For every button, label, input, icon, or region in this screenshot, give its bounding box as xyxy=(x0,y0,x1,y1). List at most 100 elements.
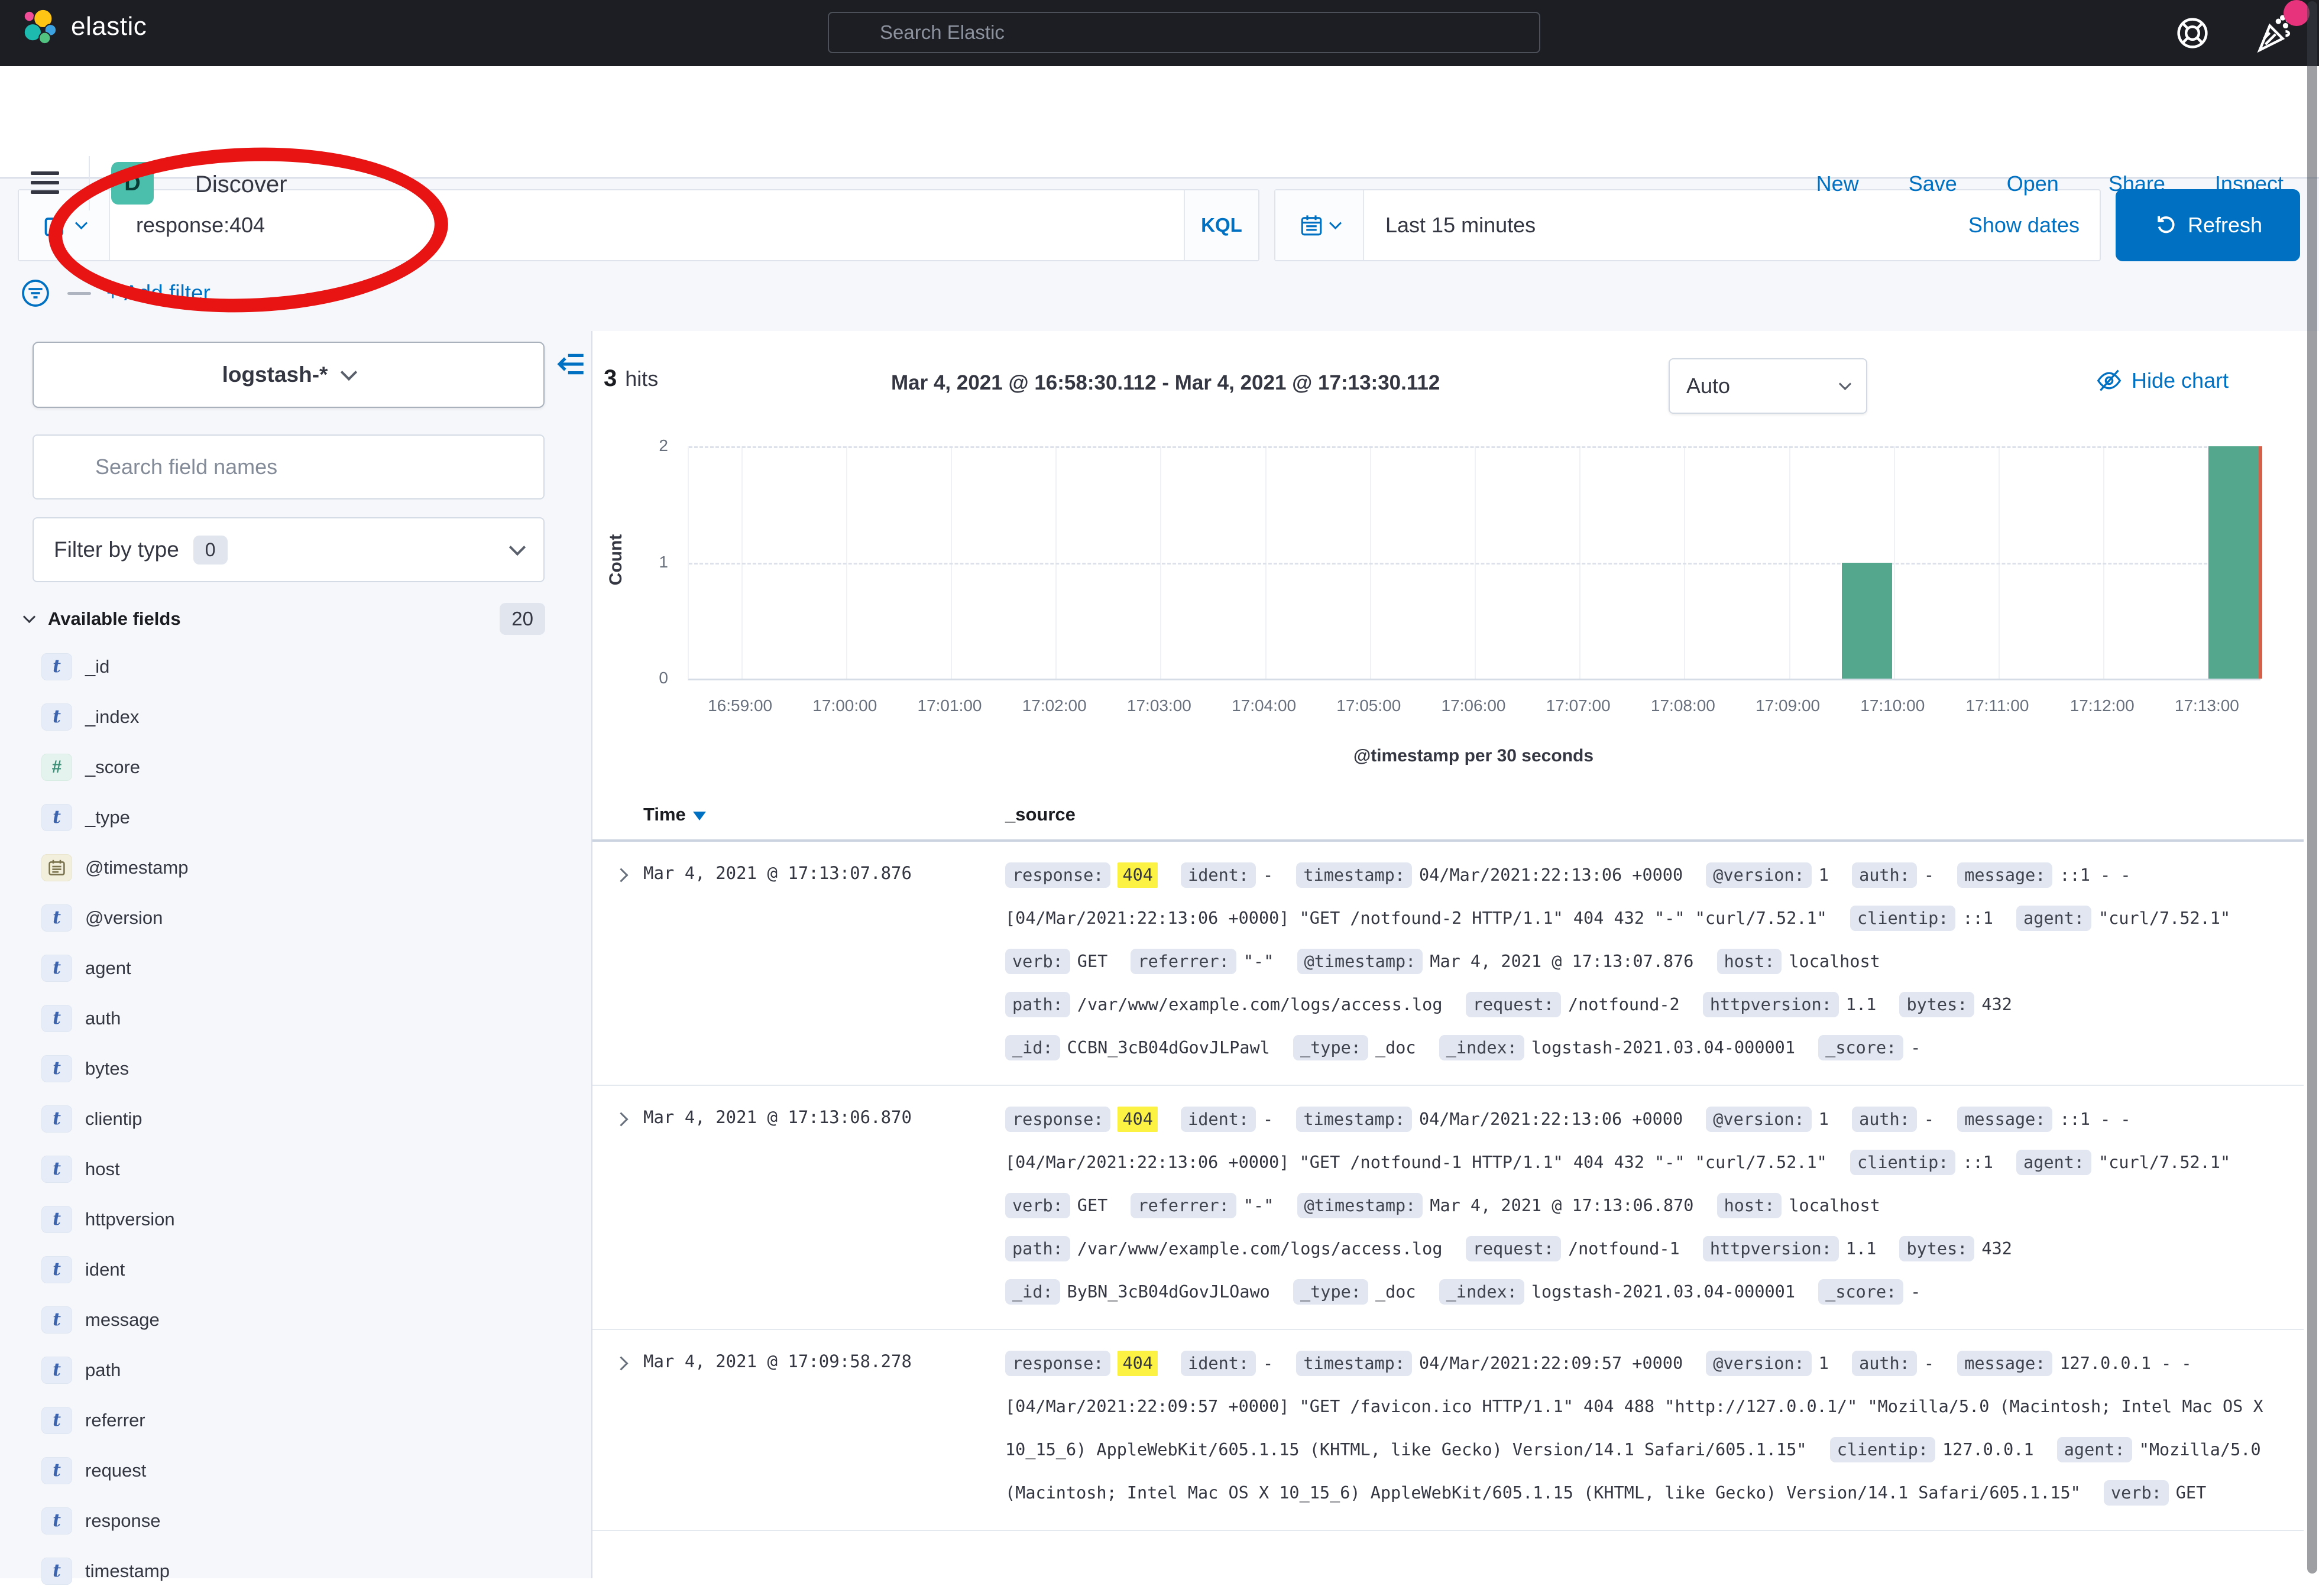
field-search-input[interactable] xyxy=(33,434,545,499)
highlighted-value: 404 xyxy=(1118,1107,1157,1132)
field-name: timestamp xyxy=(85,1561,170,1582)
field-name: _type xyxy=(85,807,130,828)
source-field-badge: host: xyxy=(1717,1193,1782,1218)
source-value: "curl/7.52.1" xyxy=(2098,909,2230,928)
source-value: 1 xyxy=(1819,865,1829,885)
chevron-down-icon xyxy=(1839,377,1851,390)
field-item-@timestamp[interactable]: @timestamp xyxy=(0,842,591,893)
source-field-badge: response: xyxy=(1005,1107,1110,1132)
field-item-request[interactable]: trequest xyxy=(0,1445,591,1496)
source-value: logstash-2021.03.04-000001 xyxy=(1531,1282,1795,1302)
string-type-icon: t xyxy=(41,1206,72,1233)
field-item-_score[interactable]: #_score xyxy=(0,742,591,792)
calendar-icon xyxy=(1299,213,1324,238)
menu-icon[interactable] xyxy=(31,171,59,195)
open-button[interactable]: Open xyxy=(2007,171,2059,196)
source-value: GET xyxy=(1077,1196,1107,1215)
doc-expand-toggle[interactable] xyxy=(592,1342,643,1371)
source-value: CCBN_3cB04dGovJLPawl xyxy=(1067,1038,1270,1057)
source-field-badge: _index: xyxy=(1439,1035,1524,1060)
source-field-badge: httpversion: xyxy=(1703,992,1839,1017)
string-type-icon: t xyxy=(41,1357,72,1384)
source-column-header: _source xyxy=(1005,804,2304,825)
string-type-icon: t xyxy=(41,1407,72,1434)
global-search-input[interactable] xyxy=(828,12,1540,53)
vertical-scrollbar[interactable] xyxy=(2307,1,2317,1574)
doc-time-cell: Mar 4, 2021 @ 17:09:58.278 xyxy=(643,1342,1005,1371)
time-range-value[interactable]: Last 15 minutes xyxy=(1364,213,1536,238)
source-value: GET xyxy=(1077,952,1107,971)
chevron-down-icon xyxy=(341,364,357,381)
source-value: /var/www/example.com/logs/access.log xyxy=(1077,995,1443,1014)
date-quick-select-button[interactable] xyxy=(1275,190,1364,260)
string-type-icon: t xyxy=(41,1306,72,1334)
field-item-_index[interactable]: t_index xyxy=(0,692,591,742)
collapse-sidebar-icon[interactable] xyxy=(555,349,585,379)
field-name: @version xyxy=(85,907,163,929)
source-field-badge: _type: xyxy=(1293,1035,1368,1060)
field-item-host[interactable]: thost xyxy=(0,1144,591,1194)
query-language-button[interactable]: KQL xyxy=(1184,190,1258,260)
doc-expand-toggle[interactable] xyxy=(592,1098,643,1127)
save-button[interactable]: Save xyxy=(1909,171,1957,196)
string-type-icon: t xyxy=(41,904,72,932)
field-item-agent[interactable]: tagent xyxy=(0,943,591,993)
refresh-button[interactable]: Refresh xyxy=(2116,189,2300,261)
source-value: localhost xyxy=(1789,952,1880,971)
field-item-_type[interactable]: t_type xyxy=(0,792,591,842)
field-item-referrer[interactable]: treferrer xyxy=(0,1395,591,1445)
highlighted-value: 404 xyxy=(1118,862,1157,888)
source-field-badge: _id: xyxy=(1005,1035,1060,1060)
help-icon[interactable] xyxy=(2174,14,2211,52)
source-field-badge: @timestamp: xyxy=(1297,1193,1423,1218)
field-name: _id xyxy=(85,656,109,677)
field-item-bytes[interactable]: tbytes xyxy=(0,1043,591,1094)
share-button[interactable]: Share xyxy=(2109,171,2165,196)
histogram-bar[interactable] xyxy=(2208,446,2262,679)
interval-select[interactable]: Auto xyxy=(1669,358,1867,414)
source-value: Mar 4, 2021 @ 17:13:07.876 xyxy=(1430,952,1693,971)
add-filter-button[interactable]: + Add filter xyxy=(106,281,210,306)
new-button[interactable]: New xyxy=(1816,171,1859,196)
source-field-badge: @version: xyxy=(1706,1107,1811,1132)
field-name: _index xyxy=(85,706,139,728)
source-field-badge: agent: xyxy=(2057,1437,2132,1462)
source-field-badge: @version: xyxy=(1706,1351,1811,1376)
source-field-badge: verb: xyxy=(1005,1193,1070,1218)
field-item-response[interactable]: tresponse xyxy=(0,1496,591,1546)
source-value: - xyxy=(1924,1110,1934,1129)
refresh-label: Refresh xyxy=(2188,213,2262,238)
source-value: _doc xyxy=(1375,1282,1416,1302)
field-item-clientip[interactable]: tclientip xyxy=(0,1094,591,1144)
discover-app-badge[interactable]: D xyxy=(111,162,154,205)
source-field-badge: agent: xyxy=(2016,906,2091,931)
available-fields-header[interactable]: Available fields 20 xyxy=(25,603,545,635)
index-pattern-select[interactable]: logstash-* xyxy=(33,342,545,408)
field-name: ident xyxy=(85,1259,125,1280)
field-item-auth[interactable]: tauth xyxy=(0,993,591,1043)
query-input[interactable]: response:404 xyxy=(110,213,1184,238)
histogram-chart[interactable] xyxy=(688,446,2260,680)
hide-chart-button[interactable]: Hide chart xyxy=(2096,368,2229,394)
field-item-ident[interactable]: tident xyxy=(0,1244,591,1295)
field-item-message[interactable]: tmessage xyxy=(0,1295,591,1345)
doc-expand-toggle[interactable] xyxy=(592,854,643,883)
field-item-timestamp[interactable]: ttimestamp xyxy=(0,1546,591,1596)
histogram-bar[interactable] xyxy=(1842,563,1892,679)
date-type-icon xyxy=(41,854,72,881)
field-item-httpversion[interactable]: thttpversion xyxy=(0,1194,591,1244)
elastic-brand: elastic xyxy=(21,8,147,45)
time-column-header[interactable]: Time xyxy=(643,804,1005,825)
field-item-path[interactable]: tpath xyxy=(0,1345,591,1395)
show-dates-button[interactable]: Show dates xyxy=(1968,213,2100,238)
filter-by-type-select[interactable]: Filter by type 0 xyxy=(33,517,545,582)
doc-source-cell: response:404 ident:- timestamp:04/Mar/20… xyxy=(1005,1098,2304,1313)
source-value: logstash-2021.03.04-000001 xyxy=(1531,1038,1795,1057)
field-item-_id[interactable]: t_id xyxy=(0,641,591,692)
saved-query-menu-button[interactable] xyxy=(19,190,110,260)
source-field-badge: _score: xyxy=(1818,1035,1903,1060)
field-item-@version[interactable]: t @version xyxy=(0,893,591,943)
source-field-badge: request: xyxy=(1466,1236,1561,1261)
inspect-button[interactable]: Inspect xyxy=(2215,171,2284,196)
field-name: bytes xyxy=(85,1058,129,1079)
